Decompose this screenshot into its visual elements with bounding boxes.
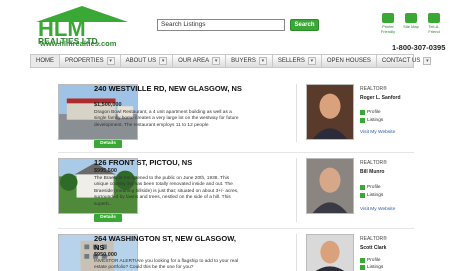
main-nav: HOME PROPERTIES ▾ ABOUT US ▾ OUR AREA ▾ BUY…: [30, 54, 432, 68]
agent-listings-label: Listings: [367, 118, 384, 123]
sitemap-icon: [405, 13, 417, 23]
listing-address[interactable]: 126 FRONT ST, PICTOU, NS: [94, 158, 244, 167]
logo-tagline: www.hlmrealties.com: [40, 39, 117, 48]
nav-buyers-label: BUYERS: [231, 58, 256, 64]
nav-about-us-label: ABOUT US: [125, 58, 157, 64]
profile-icon: [360, 258, 365, 263]
nav-sellers[interactable]: SELLERS ▾: [273, 55, 322, 67]
agent-name: Scott Clark: [360, 245, 387, 251]
listing-address[interactable]: 240 WESTVILLE RD, NEW GLASGOW, NS: [94, 84, 244, 93]
chevron-down-icon[interactable]: ▾: [159, 57, 168, 65]
agent-photo[interactable]: [306, 84, 354, 140]
realtor-label: REALTOR®: [360, 236, 387, 242]
chevron-down-icon[interactable]: ▾: [212, 57, 221, 65]
nav-our-area-label: OUR AREA: [178, 58, 210, 64]
site-map-label: Site Map: [403, 24, 419, 29]
nav-buyers[interactable]: BUYERS ▾: [226, 55, 273, 67]
listing-price: $995,500: [94, 168, 117, 174]
chevron-down-icon[interactable]: ▾: [307, 57, 316, 65]
site-map-link[interactable]: Site Map: [400, 13, 422, 29]
nav-our-area[interactable]: OUR AREA ▾: [173, 55, 227, 67]
agent-name: Bill Munro: [360, 169, 385, 175]
search-button[interactable]: Search: [290, 19, 319, 31]
agent-profile-label: Profile: [367, 185, 381, 190]
agent-listings-label: Listings: [367, 193, 384, 198]
nav-home-label: HOME: [36, 58, 54, 64]
nav-properties-label: PROPERTIES: [65, 58, 104, 64]
agent-photo[interactable]: [306, 234, 354, 271]
profile-icon: [360, 185, 365, 190]
listing-description: The Braeside Inn opened to the public on…: [94, 176, 239, 207]
agent-listings-label: Listings: [367, 265, 384, 270]
profile-icon: [360, 110, 365, 115]
listing-separator: [58, 228, 414, 229]
tell-a-friend-label: Tell-A-Friend: [428, 24, 440, 34]
agent-photo[interactable]: [306, 158, 354, 214]
agent-profile-link[interactable]: Profile: [360, 185, 381, 190]
nav-properties[interactable]: PROPERTIES ▾: [60, 55, 121, 67]
listing-price: $950,000: [94, 252, 117, 258]
agent-name: Roger L. Sanford: [360, 95, 401, 101]
agent-website-link[interactable]: Visit My Website: [360, 130, 395, 135]
agent-profile-label: Profile: [367, 258, 381, 263]
search-input[interactable]: Search Listings: [157, 19, 285, 31]
agent-profile-link[interactable]: Profile: [360, 258, 381, 263]
listing-address[interactable]: 264 WASHINGTON ST, NEW GLASGOW, NS: [94, 234, 244, 252]
agent-website-link[interactable]: Visit My Website: [360, 207, 395, 212]
nav-sellers-label: SELLERS: [277, 58, 305, 64]
nav-contact-us[interactable]: CONTACT US ▾: [377, 55, 436, 67]
listings-icon: [360, 118, 365, 123]
nav-open-houses-label: OPEN HOUSES: [326, 58, 371, 64]
listing-separator: [58, 152, 414, 153]
listing-divider: [296, 234, 297, 271]
printer-friendly-link[interactable]: Printer Friendly: [377, 13, 399, 34]
nav-home[interactable]: HOME: [31, 55, 60, 67]
listing-description: Dragon Bowl Restaurant, a 4 unit apartme…: [94, 110, 239, 128]
mail-icon: [428, 13, 440, 23]
listings-icon: [360, 193, 365, 198]
printer-icon: [382, 13, 394, 23]
chevron-down-icon[interactable]: ▾: [106, 57, 115, 65]
details-button[interactable]: Details: [94, 214, 122, 222]
listing-description: INVESTOR ALERT!Are you looking for a fla…: [94, 259, 239, 271]
agent-listings-link[interactable]: Listings: [360, 265, 383, 270]
details-button[interactable]: Details: [94, 140, 122, 148]
listing-divider: [296, 84, 297, 142]
agent-listings-link[interactable]: Listings: [360, 193, 383, 198]
printer-friendly-label: Printer Friendly: [380, 24, 396, 34]
realtor-label: REALTOR®: [360, 86, 387, 92]
chevron-down-icon[interactable]: ▾: [423, 57, 432, 65]
listings-icon: [360, 265, 365, 270]
realtor-label: REALTOR®: [360, 160, 387, 166]
nav-open-houses[interactable]: OPEN HOUSES: [322, 55, 377, 67]
nav-about-us[interactable]: ABOUT US ▾: [121, 55, 174, 67]
phone-number: 1-800-307-0395: [392, 43, 446, 52]
nav-contact-us-label: CONTACT US: [381, 58, 421, 64]
agent-listings-link[interactable]: Listings: [360, 118, 383, 123]
agent-profile-link[interactable]: Profile: [360, 110, 381, 115]
listing-divider: [296, 158, 297, 222]
listing-price: $1,500,000: [94, 102, 122, 108]
tell-a-friend-link[interactable]: Tell-A-Friend: [423, 13, 445, 34]
agent-profile-label: Profile: [367, 110, 381, 115]
chevron-down-icon[interactable]: ▾: [258, 57, 267, 65]
